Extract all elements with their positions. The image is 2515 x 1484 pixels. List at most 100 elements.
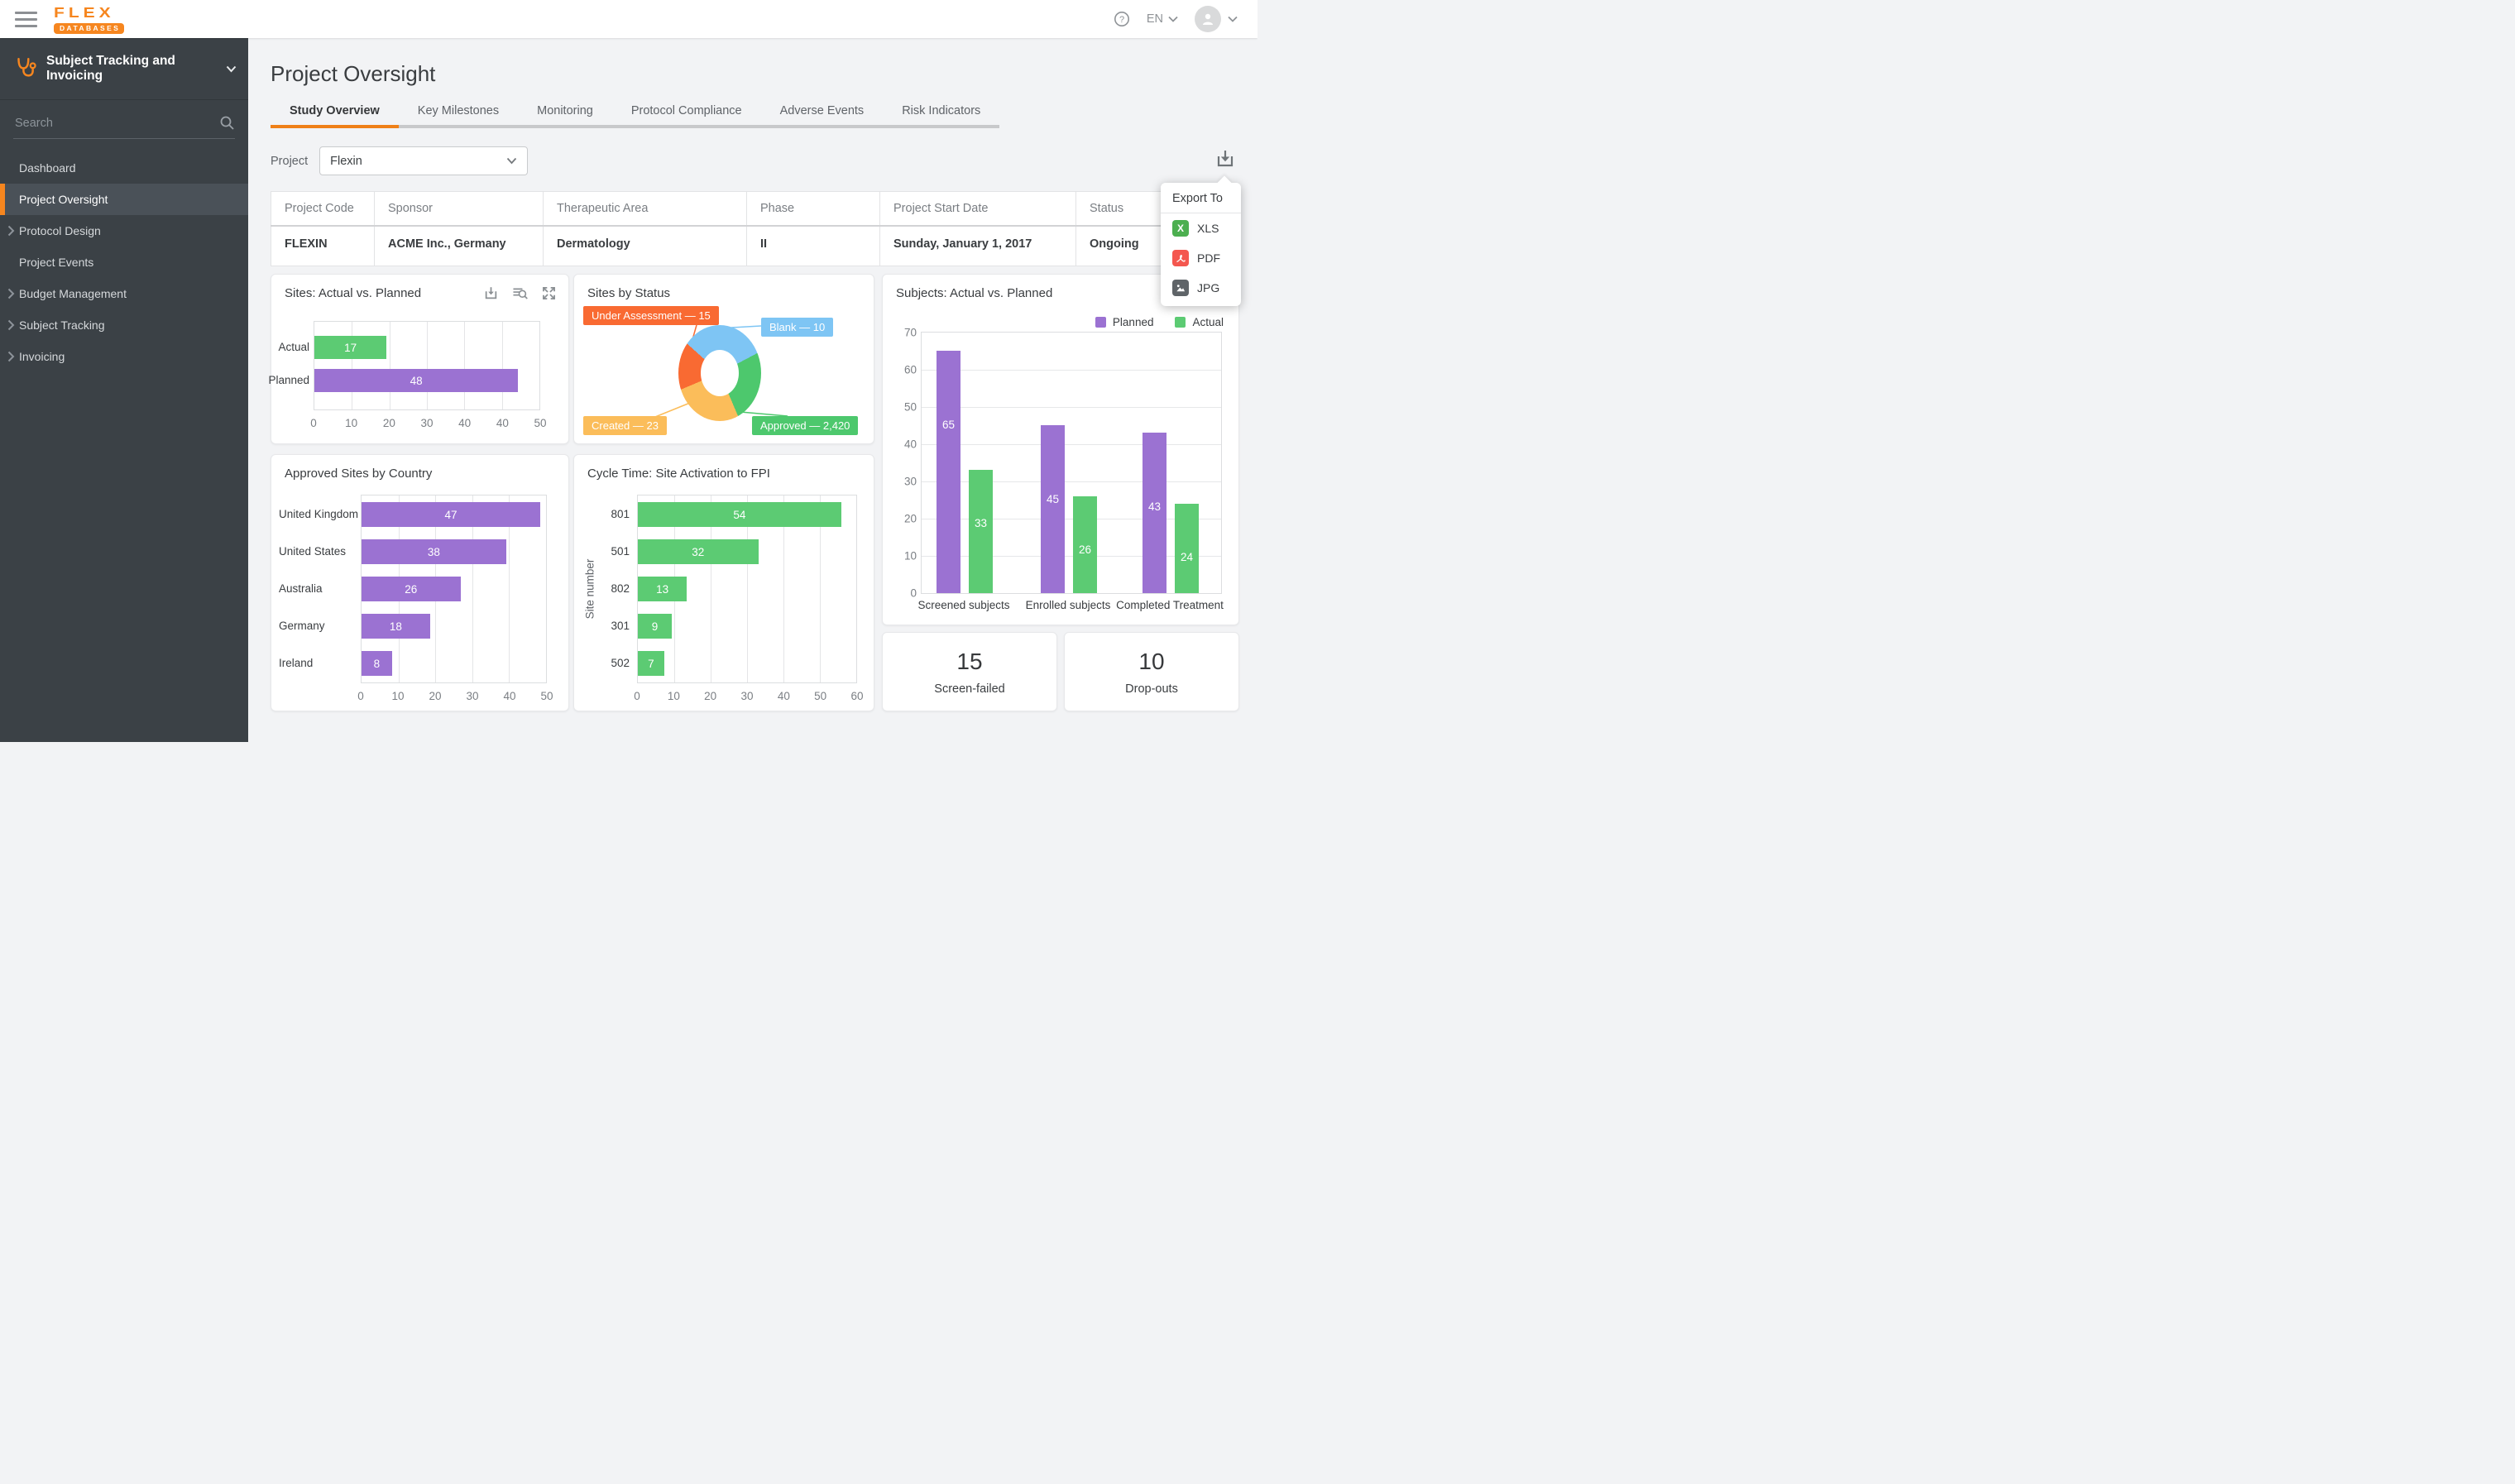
x-tick: 20	[429, 690, 441, 702]
project-select[interactable]: Flexin	[319, 146, 528, 175]
export-option-pdf[interactable]: PDF	[1161, 243, 1241, 273]
export-button[interactable]	[1214, 148, 1236, 174]
bar-actual-completed-treatment: 24	[1175, 504, 1199, 593]
bar-planned-screened-subjects: 65	[937, 351, 960, 593]
jpg-file-icon	[1172, 280, 1189, 296]
export-option-label: JPG	[1197, 281, 1219, 294]
sites-actual-vs-planned-plot: 17Actual48Planned	[314, 321, 540, 410]
chevron-right-icon	[7, 319, 15, 331]
sidebar-item-project-oversight[interactable]: Project Oversight	[0, 184, 248, 215]
x-tick: 50	[534, 417, 546, 429]
donut-label-approved: Approved — 2,420	[752, 416, 858, 435]
bar-value-label: 24	[1175, 551, 1199, 563]
x-tick: 60	[850, 690, 863, 702]
topbar-actions: ? EN	[1114, 6, 1238, 32]
sidebar-item-protocol-design[interactable]: Protocol Design	[0, 215, 248, 247]
bar-planned-enrolled-subjects: 45	[1041, 425, 1065, 593]
tab-adverse-events[interactable]: Adverse Events	[761, 104, 884, 128]
stat-value: 15	[956, 649, 982, 675]
x-category-label: Enrolled subjects	[1026, 599, 1111, 611]
x-tick: 30	[740, 690, 753, 702]
table-cell-therapeutic-area: Dermatology	[544, 226, 747, 266]
search-icon[interactable]	[219, 115, 235, 131]
chart-toolbar	[483, 285, 557, 301]
bar-value-label: 9	[652, 620, 659, 633]
chart-title: Approved Sites by Country	[285, 467, 432, 481]
module-switcher[interactable]: Subject Tracking and Invoicing	[0, 38, 248, 100]
bar-category-label: 301	[603, 614, 630, 639]
x-tick: 10	[345, 417, 357, 429]
bar-actual-screened-subjects: 33	[969, 470, 993, 593]
language-switcher[interactable]: EN	[1147, 12, 1178, 26]
project-filter-label: Project	[271, 155, 308, 168]
pdf-file-icon	[1172, 250, 1189, 266]
sidebar-item-dashboard[interactable]: Dashboard	[0, 152, 248, 184]
sidebar-item-subject-tracking[interactable]: Subject Tracking	[0, 309, 248, 341]
table-header-therapeutic-area: Therapeutic Area	[544, 192, 747, 227]
tab-monitoring[interactable]: Monitoring	[518, 104, 612, 128]
bar-australia: 26	[362, 577, 461, 601]
bar-planned-completed-treatment: 43	[1143, 433, 1166, 593]
sidebar-item-label: Dashboard	[19, 161, 76, 175]
filter-row: Project Flexin	[271, 146, 1239, 175]
help-icon[interactable]: ?	[1114, 11, 1130, 27]
tab-protocol-compliance[interactable]: Protocol Compliance	[612, 104, 761, 128]
x-tick: 50	[540, 690, 553, 702]
tab-risk-indicators[interactable]: Risk Indicators	[883, 104, 999, 128]
sidebar-item-label: Project Oversight	[19, 193, 108, 206]
legend-label: Planned	[1113, 316, 1154, 328]
bar-category-label: United Kingdom	[279, 502, 355, 527]
logo-word: FLEX	[54, 6, 115, 21]
user-menu[interactable]	[1195, 6, 1238, 32]
tab-study-overview[interactable]: Study Overview	[271, 104, 399, 128]
bar-501: 32	[638, 539, 759, 564]
expand-chart-icon[interactable]	[541, 285, 557, 301]
flex-logo: FLEX DATABASES	[54, 4, 124, 34]
x-tick: 0	[310, 417, 317, 429]
sidebar-item-label: Invoicing	[19, 350, 65, 363]
bar-value-label: 32	[692, 546, 704, 558]
bar-502: 7	[638, 651, 664, 676]
table-header-phase: Phase	[747, 192, 880, 227]
x-tick: 30	[420, 417, 433, 429]
bar-value-label: 18	[390, 620, 402, 633]
bar-value-label: 38	[428, 546, 440, 558]
bar-value-label: 48	[410, 375, 423, 387]
stat-label: Drop-outs	[1125, 682, 1178, 696]
y-tick: 0	[892, 587, 917, 600]
bar-category-label: Actual	[263, 336, 309, 359]
bar-802: 13	[638, 577, 687, 601]
y-tick: 60	[892, 364, 917, 376]
subjects-plot: 010203040506070654543332624	[921, 332, 1222, 594]
bar-value-label: 13	[656, 583, 668, 596]
bar-category-label: Ireland	[279, 651, 355, 676]
download-chart-icon[interactable]	[483, 285, 499, 301]
sidebar-item-project-events[interactable]: Project Events	[0, 247, 248, 278]
search-input[interactable]	[13, 116, 219, 131]
y-tick: 50	[892, 401, 917, 414]
bar-category-label: 501	[603, 539, 630, 564]
chart-title: Sites by Status	[587, 286, 670, 300]
export-option-xls[interactable]: XXLS	[1161, 213, 1241, 243]
sidebar-item-budget-management[interactable]: Budget Management	[0, 278, 248, 309]
menu-icon[interactable]	[15, 12, 37, 27]
tab-key-milestones[interactable]: Key Milestones	[399, 104, 518, 128]
y-tick: 70	[892, 327, 917, 339]
stat-card-drop-outs: 10 Drop-outs	[1064, 632, 1239, 711]
sidebar-item-invoicing[interactable]: Invoicing	[0, 341, 248, 372]
chevron-down-icon	[506, 157, 517, 165]
stat-value: 10	[1138, 649, 1164, 675]
gridline	[922, 407, 1221, 408]
export-option-label: XLS	[1197, 222, 1219, 235]
gridline	[427, 322, 428, 409]
page-title: Project Oversight	[271, 61, 1239, 87]
bar-united-kingdom: 47	[362, 502, 540, 527]
bar-value-label: 17	[344, 342, 357, 354]
bar-category-label: 802	[603, 577, 630, 601]
chevron-right-icon	[7, 351, 15, 362]
legend-item-planned: Planned	[1095, 316, 1154, 328]
table-cell-project-code: FLEXIN	[271, 226, 375, 266]
x-tick: 50	[814, 690, 826, 702]
chart-details-icon[interactable]	[511, 285, 529, 301]
export-option-jpg[interactable]: JPG	[1161, 273, 1241, 306]
